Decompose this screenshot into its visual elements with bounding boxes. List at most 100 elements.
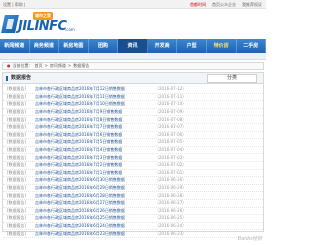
list-item: [数据报告] 吉林市各行政区域商品房2016年6月26日销售数据 （2016-06-… xyxy=(3,208,263,216)
row-category[interactable]: [数据报告] xyxy=(7,185,35,191)
nav-item-0[interactable]: 新闻频道 xyxy=(0,39,30,53)
row-title-link[interactable]: 吉林市各行政区域商品房2016年6月27日销售数据 xyxy=(35,200,155,206)
row-title-link[interactable]: 吉林市各行政区域商品房2016年7月4日销售数据 xyxy=(35,147,155,153)
breadcrumb: ● 当前位置： 首页 > 房讯频道 > 数据报告 xyxy=(2,62,264,70)
row-category[interactable]: [数据报告] xyxy=(7,215,35,221)
nav-item-4[interactable]: 资讯 xyxy=(118,39,148,53)
list-item: [数据报告] 吉林市各行政区域商品房2016年7月10日销售数据 （2016-07-… xyxy=(3,101,263,109)
row-category[interactable]: [数据报告] xyxy=(7,117,35,123)
topbar-link-1[interactable]: 首都时间 xyxy=(190,0,206,9)
breadcrumb-item-5: 数据报告 xyxy=(73,63,90,68)
topbar-link-2[interactable]: 首页公众企业 xyxy=(212,0,236,9)
baidu-watermark: Baidu经验 xyxy=(237,236,262,242)
panel-header: 数据报告 分类 xyxy=(3,73,263,84)
row-title-link[interactable]: 吉林市各行政区域商品房2016年7月12日销售数据 xyxy=(35,86,155,92)
row-date: （2016-06-29） xyxy=(155,185,187,191)
row-date: （2016-07-11） xyxy=(155,93,187,99)
topbar-right-links: 首都时间 首页公众企业 我推荐权证 xyxy=(190,0,262,9)
row-category[interactable]: [数据报告] xyxy=(7,139,35,145)
row-title-link[interactable]: 吉林市各行政区域商品房2016年7月6日销售数据 xyxy=(35,132,155,138)
sub-nav-bar xyxy=(0,53,266,60)
row-category[interactable]: [数据报告] xyxy=(7,94,35,100)
row-title-link[interactable]: 吉林市各行政区域商品房2016年7月11日销售数据 xyxy=(35,94,155,100)
logo-mark-icon xyxy=(1,15,19,33)
row-date: （2016-07-04） xyxy=(155,147,187,153)
breadcrumb-item-1[interactable]: 首页 xyxy=(35,63,43,69)
breadcrumb-item-3[interactable]: 房讯频道 xyxy=(50,63,66,69)
row-date: （2016-06-27） xyxy=(155,200,187,206)
row-title-link[interactable]: 吉林市各行政区域商品房2016年7月7日销售数据 xyxy=(35,124,155,130)
row-category[interactable]: [数据报告] xyxy=(7,200,35,206)
main-nav: 新闻频道 商务频道 新房地图 团购 资讯 开发商 户型 特价房 二手房 xyxy=(0,39,267,53)
nav-item-6[interactable]: 户型 xyxy=(177,39,207,53)
topbar-link-3[interactable]: 我推荐权证 xyxy=(242,0,262,9)
row-title-link[interactable]: 吉林市各行政区域商品房2016年7月5日销售数据 xyxy=(35,139,155,145)
location-pin-icon: ● xyxy=(7,63,11,68)
nav-item-1[interactable]: 商务频道 xyxy=(30,39,60,53)
row-category[interactable]: [数据报告] xyxy=(7,208,35,214)
row-title-link[interactable]: 吉林市各行政区域商品房2016年7月10日销售数据 xyxy=(35,101,155,107)
row-category[interactable]: [数据报告] xyxy=(7,193,35,199)
list-item: [数据报告] 吉林市各行政区域商品房2016年6月28日销售数据 （2016-06-… xyxy=(3,192,263,200)
nav-item-8[interactable]: 二手房 xyxy=(237,39,267,53)
breadcrumb-item-0: 当前位置： xyxy=(12,63,33,68)
row-title-link[interactable]: 吉林市各行政区域商品房2016年6月24日销售数据 xyxy=(35,223,155,229)
row-date: （2016-07-06） xyxy=(155,131,187,137)
row-date: （2016-06-24） xyxy=(155,222,187,228)
topbar-settings-links[interactable]: 设置 | 帮助 | xyxy=(3,0,26,9)
row-date: （2016-07-03） xyxy=(155,154,187,160)
row-category[interactable]: [数据报告] xyxy=(7,132,35,138)
row-date: （2016-06-26） xyxy=(155,207,187,213)
nav-item-2[interactable]: 新房地图 xyxy=(59,39,89,53)
row-date: （2016-07-01） xyxy=(155,169,187,175)
nav-item-3[interactable]: 团购 xyxy=(89,39,119,53)
row-category[interactable]: [数据报告] xyxy=(7,124,35,130)
row-title-link[interactable]: 吉林市各行政区域商品房2016年6月25日销售数据 xyxy=(35,215,155,221)
row-category[interactable]: [数据报告] xyxy=(7,86,35,92)
row-title-link[interactable]: 吉林市各行政区域商品房2016年6月29日销售数据 xyxy=(35,185,155,191)
row-title-link[interactable]: 吉林市各行政区域商品房2016年6月30日销售数据 xyxy=(35,177,155,183)
logo-tag: 城市之家 xyxy=(33,12,53,20)
footer: Baidu经验 xyxy=(0,234,266,245)
row-category[interactable]: [数据报告] xyxy=(7,223,35,229)
nav-item-7[interactable]: 特价房 xyxy=(207,39,237,53)
breadcrumb-item-2: > xyxy=(44,63,48,68)
row-category[interactable]: [数据报告] xyxy=(7,162,35,168)
category-button[interactable]: 分类 xyxy=(207,74,257,83)
row-category[interactable]: [数据报告] xyxy=(7,101,35,107)
list-item: [数据报告] 吉林市各行政区域商品房2016年7月6日销售数据 （2016-07-0… xyxy=(3,132,263,140)
row-date: （2016-06-28） xyxy=(155,192,187,198)
list-item: [数据报告] 吉林市各行政区域商品房2016年7月3日销售数据 （2016-07-0… xyxy=(3,154,263,162)
row-title-link[interactable]: 吉林市各行政区域商品房2016年6月28日销售数据 xyxy=(35,193,155,199)
list-item: [数据报告] 吉林市各行政区域商品房2016年7月5日销售数据 （2016-07-0… xyxy=(3,139,263,147)
list-item: [数据报告] 吉林市各行政区域商品房2016年7月8日销售数据 （2016-07-0… xyxy=(3,116,263,124)
list-item: [数据报告] 吉林市各行政区域商品房2016年6月27日销售数据 （2016-06-… xyxy=(3,200,263,208)
row-date: （2016-07-07） xyxy=(155,124,187,130)
panel-title-marker xyxy=(6,76,8,81)
row-title-link[interactable]: 吉林市各行政区域商品房2016年6月26日销售数据 xyxy=(35,208,155,214)
row-date: （2016-07-02） xyxy=(155,162,187,168)
row-title-link[interactable]: 吉林市各行政区域商品房2016年7月3日销售数据 xyxy=(35,155,155,161)
list-item: [数据报告] 吉林市各行政区域商品房2016年7月9日销售数据 （2016-07-0… xyxy=(3,109,263,117)
list-item: [数据报告] 吉林市各行政区域商品房2016年7月7日销售数据 （2016-07-0… xyxy=(3,124,263,132)
site-logo[interactable]: JILINFC 城市之家 .com xyxy=(1,12,75,36)
row-title-link[interactable]: 吉林市各行政区域商品房2016年7月2日销售数据 xyxy=(35,162,155,168)
row-title-link[interactable]: 吉林市各行政区域商品房2016年7月9日销售数据 xyxy=(35,109,155,115)
row-date: （2016-07-12） xyxy=(155,86,187,92)
site-header: JILINFC 城市之家 .com xyxy=(0,9,266,39)
row-category[interactable]: [数据报告] xyxy=(7,177,35,183)
list-item: [数据报告] 吉林市各行政区域商品房2016年6月25日销售数据 （2016-06-… xyxy=(3,215,263,223)
report-list: [数据报告] 吉林市各行政区域商品房2016年7月12日销售数据 （2016-07-… xyxy=(3,86,263,238)
logo-brand-text: JILINFC xyxy=(18,19,67,34)
row-category[interactable]: [数据报告] xyxy=(7,109,35,115)
row-category[interactable]: [数据报告] xyxy=(7,155,35,161)
nav-item-5[interactable]: 开发商 xyxy=(148,39,178,53)
row-title-link[interactable]: 吉林市各行政区域商品房2016年7月8日销售数据 xyxy=(35,117,155,123)
row-category[interactable]: [数据报告] xyxy=(7,170,35,176)
row-category[interactable]: [数据报告] xyxy=(7,147,35,153)
top-utility-bar: 设置 | 帮助 | 首都时间 首页公众企业 我推荐权证 xyxy=(0,0,266,9)
logo-domain: .com xyxy=(65,27,75,32)
list-item: [数据报告] 吉林市各行政区域商品房2016年6月24日销售数据 （2016-06-… xyxy=(3,223,263,231)
row-title-link[interactable]: 吉林市各行政区域商品房2016年7月1日销售数据 xyxy=(35,170,155,176)
row-date: （2016-07-05） xyxy=(155,139,187,145)
